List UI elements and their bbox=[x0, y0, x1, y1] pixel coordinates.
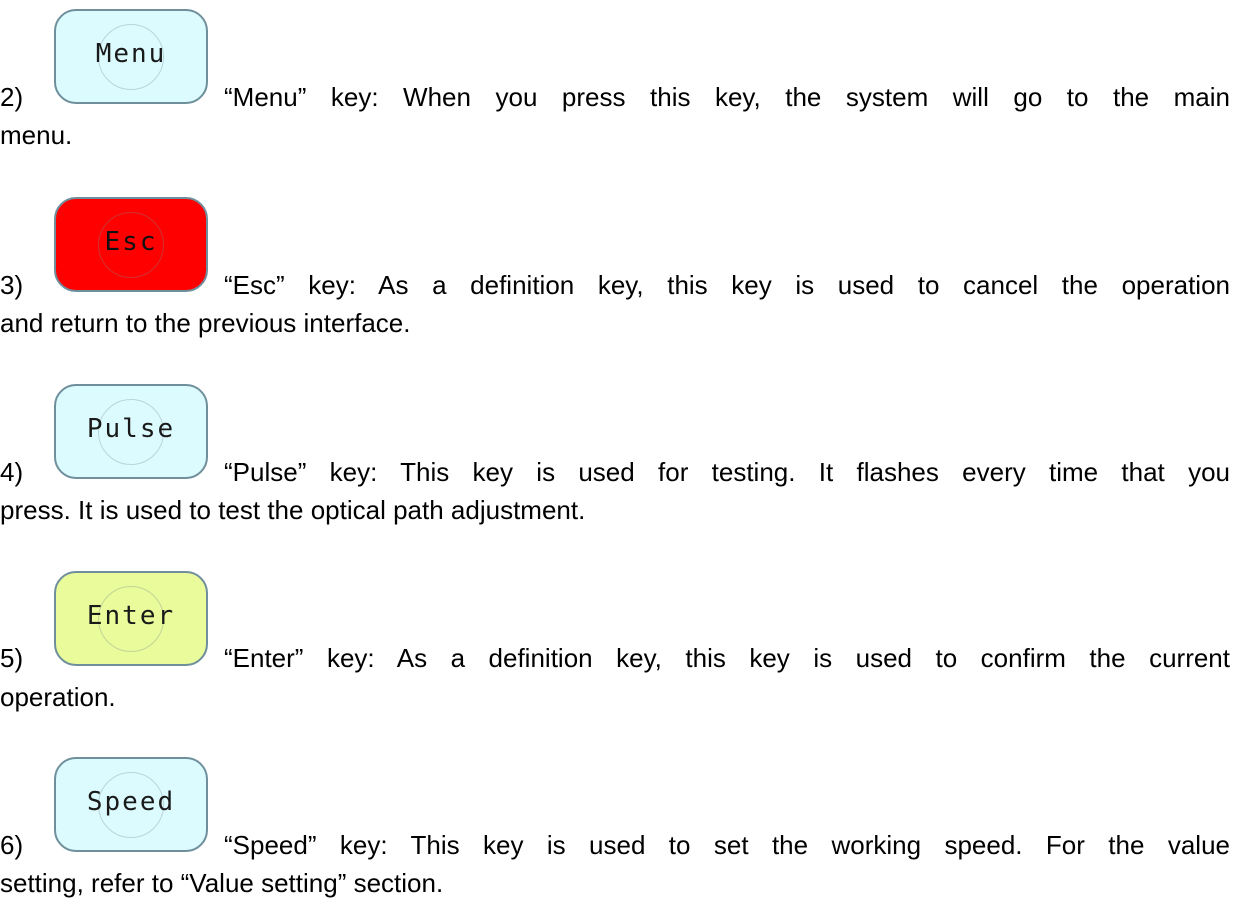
item-description-line1: “Enter” key: As a definition key, this k… bbox=[224, 643, 1230, 673]
item-description-line2: operation. bbox=[0, 682, 116, 712]
item-description-line1: “Esc” key: As a definition key, this key… bbox=[224, 270, 1230, 300]
item-description-line2: and return to the previous interface. bbox=[0, 308, 411, 338]
speed-key-label: Speed bbox=[86, 787, 176, 817]
enter-key-label: Enter bbox=[86, 601, 176, 631]
item-number: 4) bbox=[0, 457, 24, 487]
item-description-line1: “Menu” key: When you press this key, the… bbox=[224, 82, 1230, 112]
item-number: 3) bbox=[0, 270, 24, 300]
item-description-line2: setting, refer to “Value setting” sectio… bbox=[0, 868, 444, 898]
speed-key-icon: Speed bbox=[54, 757, 208, 852]
item-description-line1: “Speed” key: This key is used to set the… bbox=[224, 830, 1230, 860]
esc-key-label: Esc bbox=[104, 227, 158, 257]
pulse-key-label: Pulse bbox=[86, 414, 176, 444]
item-description-line1: “Pulse” key: This key is used for testin… bbox=[224, 457, 1230, 487]
menu-key-icon: Menu bbox=[54, 9, 208, 104]
esc-key-icon: Esc bbox=[54, 197, 208, 292]
item-number: 5) bbox=[0, 643, 24, 673]
item-number: 2) bbox=[0, 82, 24, 112]
menu-key-label: Menu bbox=[95, 39, 167, 69]
item-description-line2: press. It is used to test the optical pa… bbox=[0, 495, 586, 525]
item-number: 6) bbox=[0, 830, 24, 860]
pulse-key-icon: Pulse bbox=[54, 384, 208, 479]
item-description-line2: menu. bbox=[0, 120, 73, 150]
enter-key-icon: Enter bbox=[54, 571, 208, 666]
